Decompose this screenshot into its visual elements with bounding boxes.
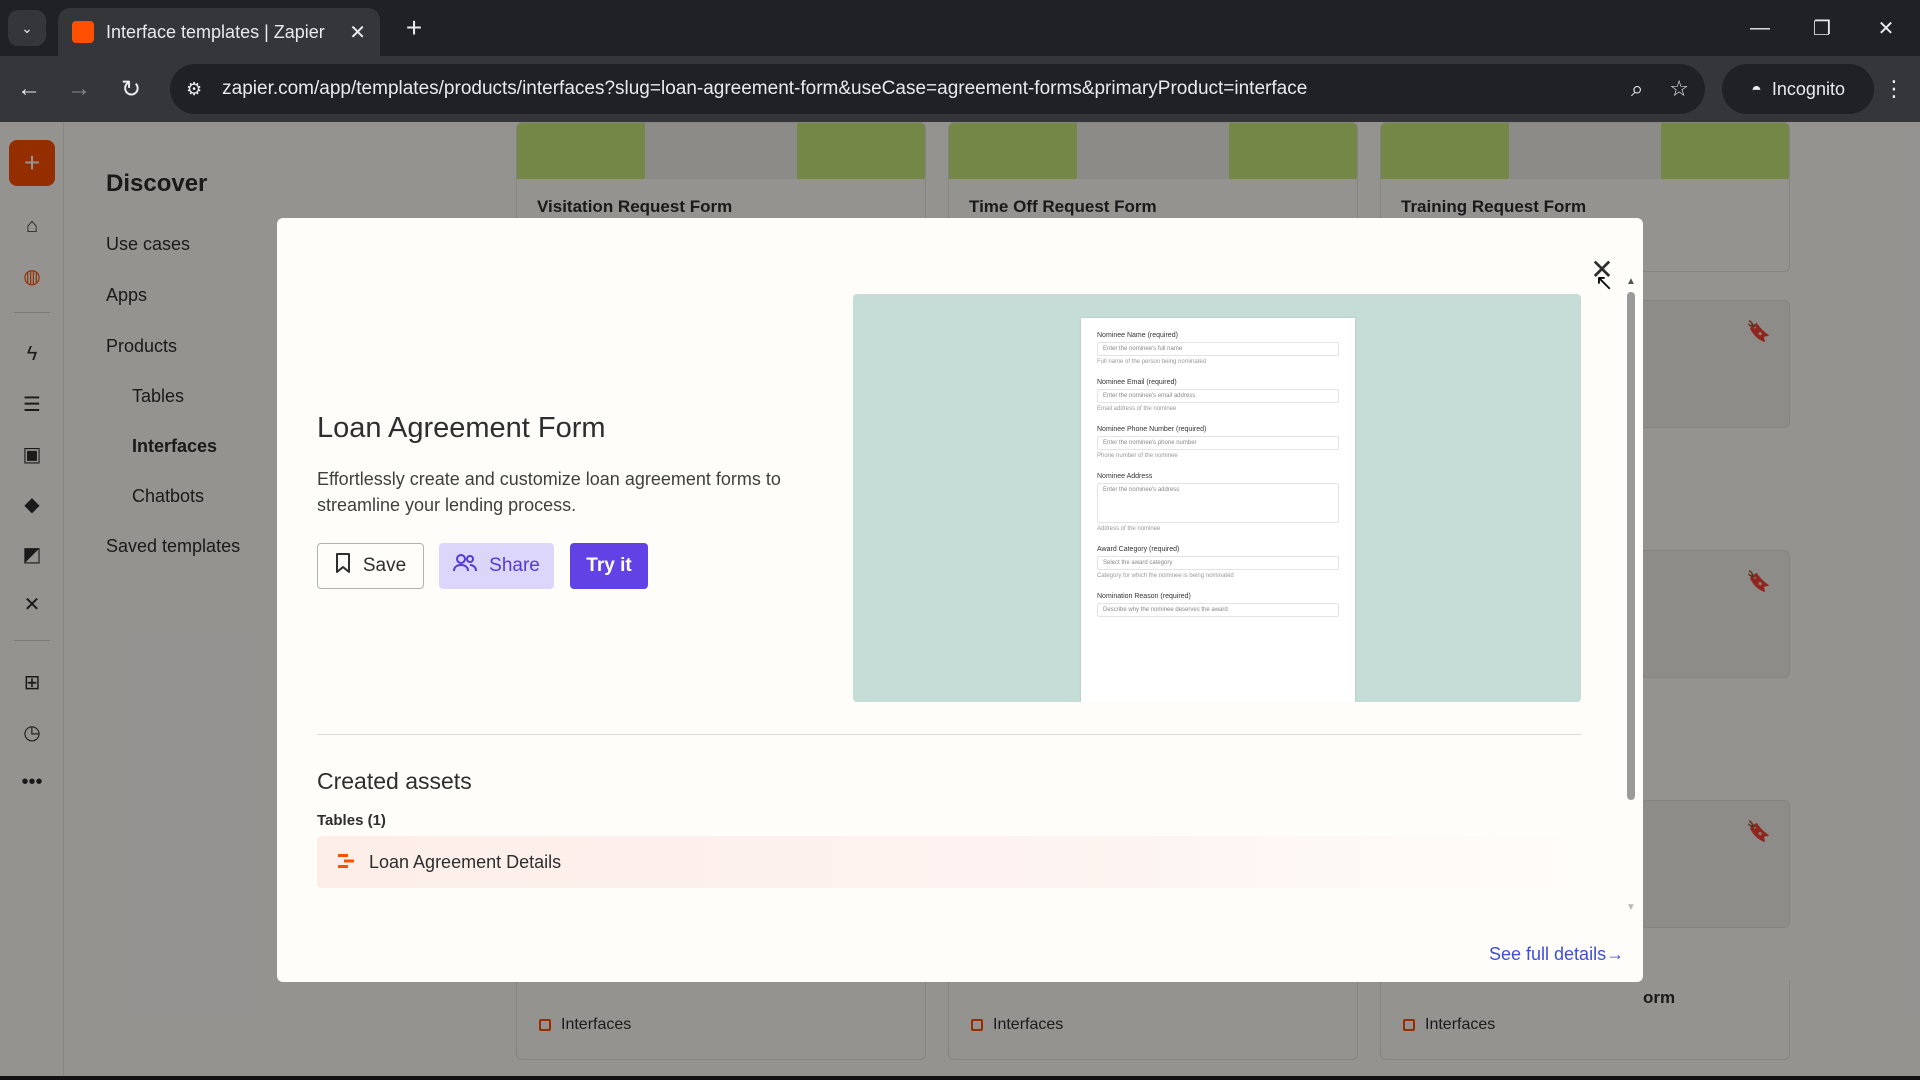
scroll-down-arrow-icon[interactable]: ▼ (1625, 902, 1637, 914)
preview-field-label: Nominee Name (required) (1097, 332, 1178, 339)
new-tab-plus-icon[interactable]: + (398, 12, 430, 44)
address-bar[interactable]: ⚙ zapier.com/app/templates/products/inte… (170, 64, 1705, 114)
incognito-icon: ◓ (1751, 78, 1762, 99)
preview-field-input: Enter the nominee's phone number (1097, 436, 1339, 450)
preview-field-hint: Email address of the nominee (1097, 406, 1177, 412)
back-arrow-icon[interactable]: ← (10, 70, 48, 108)
preview-field-label: Nominee Address (1097, 473, 1153, 480)
restore-icon[interactable]: ❐ (1800, 10, 1844, 46)
tables-count-label: Tables (1) (317, 812, 386, 829)
tab-search-chevron-icon[interactable]: ⌄ (8, 10, 46, 46)
browser-tab[interactable]: Interface templates | Zapier ✕ (58, 8, 380, 56)
preview-field-hint: Category for which the nominee is being … (1097, 573, 1234, 579)
try-it-button[interactable]: Try it (570, 543, 648, 589)
modal-description: Effortlessly create and customize loan a… (317, 469, 781, 515)
section-divider (317, 734, 1581, 735)
bookmark-star-icon[interactable]: ☆ (1669, 76, 1689, 102)
preview-field-input: Enter the nominee's full name (1097, 342, 1339, 356)
preview-field-input: Select the award category (1097, 556, 1339, 570)
bottom-edge (0, 1076, 1920, 1080)
incognito-label: Incognito (1771, 78, 1845, 99)
scroll-thumb[interactable] (1627, 292, 1635, 800)
preview-field: Nominee Address Enter the nominee's addr… (1097, 473, 1339, 532)
asset-row[interactable]: Loan Agreement Details (317, 836, 1581, 888)
url-text[interactable]: zapier.com/app/templates/products/interf… (222, 78, 1605, 100)
preview-field: Award Category (required) Select the awa… (1097, 546, 1339, 579)
interface-preview: Nominee Name (required) Enter the nomine… (853, 294, 1581, 702)
preview-field-hint: Address of the nominee (1097, 526, 1161, 532)
asset-name: Loan Agreement Details (369, 851, 562, 872)
preview-field: Nomination Reason (required) Describe wh… (1097, 593, 1339, 617)
reload-icon[interactable]: ↻ (112, 70, 150, 108)
minimize-icon[interactable]: — (1738, 10, 1782, 46)
preview-field-label: Nominee Phone Number (required) (1097, 426, 1207, 433)
see-full-details-link[interactable]: See full details→ (1489, 944, 1624, 965)
modal-scrollbar[interactable]: ▲ ▼ (1625, 276, 1637, 916)
site-settings-icon[interactable]: ⚙ (186, 79, 202, 100)
tab-title: Interface templates | Zapier (106, 21, 325, 42)
mouse-cursor-icon: ↖ (1595, 270, 1614, 295)
window-close-icon[interactable]: ✕ (1864, 10, 1908, 46)
preview-field-input: Enter the nominee's email address (1097, 389, 1339, 403)
preview-field-hint: Full name of the person being nominated (1097, 359, 1207, 365)
share-button[interactable]: Share (439, 543, 554, 589)
users-icon (453, 554, 478, 578)
zoom-search-icon[interactable]: ⌕ (1631, 76, 1643, 102)
preview-field-label: Nominee Email (required) (1097, 379, 1177, 386)
save-button[interactable]: Save (317, 543, 424, 589)
table-asset-icon (337, 852, 355, 873)
browser-toolbar: ← → ↻ ⚙ zapier.com/app/templates/product… (0, 56, 1920, 122)
preview-form-document: Nominee Name (required) Enter the nomine… (1081, 318, 1355, 702)
preview-field: Nominee Phone Number (required) Enter th… (1097, 426, 1339, 459)
preview-field-input: Describe why the nominee deserves the aw… (1097, 603, 1339, 617)
tab-close-icon[interactable]: ✕ (349, 20, 366, 45)
preview-field-label: Nomination Reason (required) (1097, 593, 1191, 600)
scroll-up-arrow-icon[interactable]: ▲ (1625, 276, 1637, 288)
bookmark-outline-icon (335, 553, 351, 579)
modal-title: Loan Agreement Form (317, 412, 606, 444)
incognito-badge[interactable]: ◓ Incognito (1722, 64, 1874, 114)
template-detail-modal: ✕ ↖ ▲ ▼ Loan Agreement Form Effortlessly… (277, 218, 1643, 982)
browser-menu-icon[interactable]: ⋮ (1876, 70, 1912, 108)
created-assets-heading: Created assets (317, 768, 472, 794)
preview-field: Nominee Name (required) Enter the nomine… (1097, 332, 1339, 365)
preview-field-hint: Phone number of the nominee (1097, 453, 1178, 459)
forward-arrow-icon[interactable]: → (60, 70, 98, 108)
preview-field: Nominee Email (required) Enter the nomin… (1097, 379, 1339, 412)
preview-field-label: Award Category (required) (1097, 546, 1180, 553)
save-label: Save (362, 555, 407, 576)
preview-field-textarea: Enter the nominee's address (1097, 483, 1339, 523)
zapier-favicon-icon (72, 21, 94, 43)
browser-tab-bar: ⌄ Interface templates | Zapier ✕ + — ❐ ✕ (0, 0, 1920, 56)
share-label: Share (489, 555, 540, 576)
